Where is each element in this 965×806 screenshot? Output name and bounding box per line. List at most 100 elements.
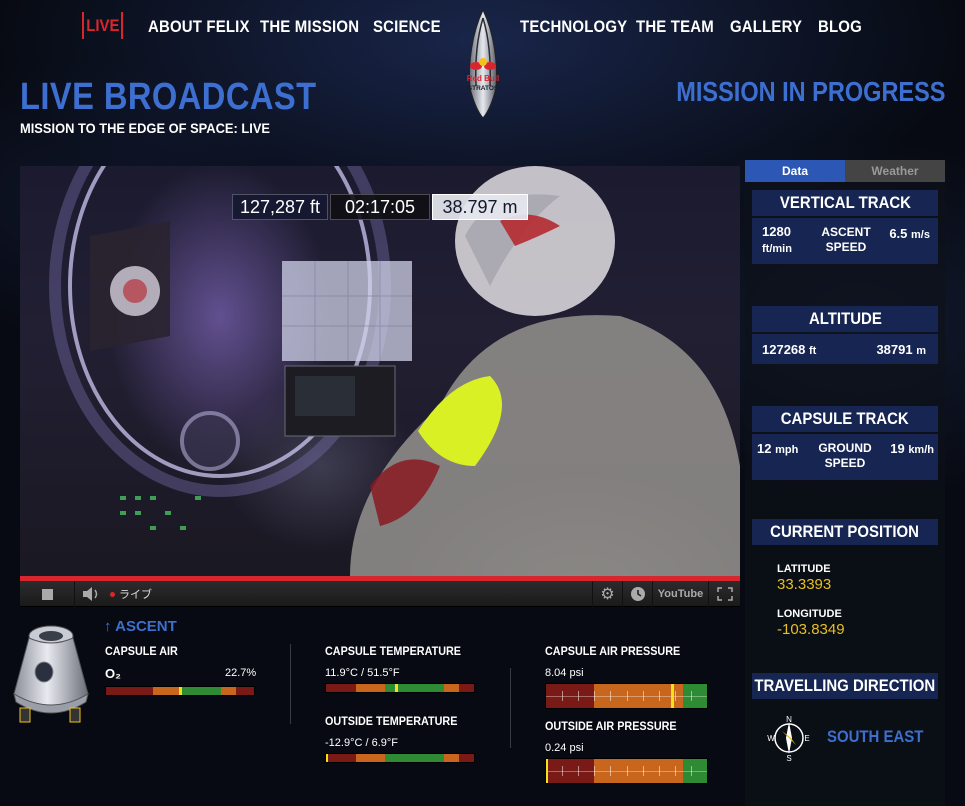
gauge-segment bbox=[444, 754, 460, 762]
gauge-segment bbox=[459, 754, 474, 762]
capsule-air-pressure-value: 8.04 psi bbox=[545, 667, 584, 679]
altitude-ft: 127268 ft bbox=[762, 342, 817, 357]
gauge-tick bbox=[626, 691, 628, 701]
capsule-image bbox=[13, 625, 89, 723]
tab-weather[interactable]: Weather bbox=[845, 160, 945, 182]
clock-icon bbox=[630, 587, 645, 601]
gauge-segment bbox=[153, 687, 180, 695]
side-tabs: Data Weather bbox=[745, 160, 945, 182]
fullscreen-button[interactable] bbox=[708, 581, 740, 607]
gauge-tick bbox=[658, 766, 660, 776]
longitude-value: -103.8349 bbox=[777, 621, 845, 638]
o2-label: O₂ bbox=[105, 666, 121, 681]
gauge-segment bbox=[444, 684, 460, 692]
gauge-marker bbox=[326, 754, 328, 762]
gear-icon: ⚙ bbox=[600, 586, 615, 603]
nav-gallery[interactable]: GALLERY bbox=[730, 17, 802, 37]
altitude-heading: ALTITUDE bbox=[752, 306, 938, 332]
gauge-segment bbox=[355, 754, 386, 762]
nav-live-link[interactable]: LIVE bbox=[82, 12, 123, 39]
elapsed-time-readout: 02:17:05 bbox=[330, 194, 430, 220]
fullscreen-icon bbox=[716, 587, 733, 601]
youtube-logo-icon: YouTube bbox=[657, 588, 704, 600]
gauge-segment bbox=[236, 687, 254, 695]
nav-blog[interactable]: BLOG bbox=[818, 17, 862, 37]
gauge-tick bbox=[642, 766, 644, 776]
altitude-ft-readout: 127,287 ft bbox=[232, 194, 328, 220]
ascent-label: ↑ ASCENT bbox=[104, 618, 177, 635]
gauge-tick bbox=[690, 766, 692, 776]
settings-button[interactable]: ⚙ bbox=[592, 581, 622, 607]
capsule-temperature-gauge bbox=[325, 683, 475, 693]
altitude-m-readout: 38.797 m bbox=[432, 194, 528, 220]
nav-about-felix[interactable]: ABOUT FELIX bbox=[148, 17, 250, 37]
gauge-segment bbox=[221, 687, 237, 695]
tab-data[interactable]: Data bbox=[745, 160, 845, 182]
watch-later-button[interactable] bbox=[622, 581, 652, 607]
capsule-air-value: 22.7% bbox=[225, 667, 257, 679]
live-video-player[interactable]: 127,287 ft 02:17:05 38.797 m bbox=[20, 166, 740, 576]
arrow-up-icon: ↑ bbox=[104, 618, 112, 635]
speaker-icon bbox=[82, 587, 97, 601]
capsule-air-pressure-gauge bbox=[545, 683, 708, 709]
svg-text:W: W bbox=[767, 734, 775, 743]
capsule-air-label: CAPSULE AIR bbox=[105, 644, 178, 658]
nav-science[interactable]: SCIENCE bbox=[373, 17, 441, 37]
direction-value: SOUTH EAST bbox=[827, 727, 924, 746]
gauge-tick bbox=[578, 691, 580, 701]
svg-text:E: E bbox=[804, 734, 809, 743]
capsule-air-gauge bbox=[105, 686, 255, 696]
gauge-tick bbox=[642, 691, 644, 701]
capsule-temperature-value: 11.9°C / 51.5°F bbox=[325, 667, 400, 679]
youtube-button[interactable]: YouTube bbox=[652, 581, 708, 607]
stop-button[interactable] bbox=[20, 581, 74, 607]
video-controls: ライブ ⚙ YouTube bbox=[20, 581, 740, 607]
gauge-marker bbox=[394, 684, 398, 692]
longitude-label: LONGITUDE bbox=[777, 608, 842, 620]
gauge-tick bbox=[626, 766, 628, 776]
gauge-tick bbox=[578, 766, 580, 776]
altitude-m: 38791 m bbox=[876, 342, 926, 357]
gauge-tick bbox=[594, 691, 596, 701]
stop-icon bbox=[41, 588, 53, 600]
gauge-tick bbox=[658, 691, 660, 701]
capsule-temperature-label: CAPSULE TEMPERATURE bbox=[325, 644, 462, 658]
volume-button[interactable] bbox=[74, 581, 106, 607]
ascent-speed-ft: 1280 ft/min bbox=[762, 224, 792, 255]
gauge-tick bbox=[674, 766, 676, 776]
gauge-tick bbox=[594, 766, 596, 776]
vertical-track-box: 1280 ft/min ASCENT SPEED 6.5 m/s bbox=[752, 218, 938, 264]
video-frame-image bbox=[49, 166, 740, 576]
live-indicator: ライブ bbox=[110, 581, 160, 607]
gauge-segment bbox=[179, 687, 222, 695]
nav-the-mission[interactable]: THE MISSION bbox=[260, 17, 359, 37]
svg-text:S: S bbox=[786, 754, 791, 762]
svg-text:N: N bbox=[786, 715, 792, 724]
page-title: LIVE BROADCAST bbox=[20, 76, 317, 118]
telemetry-panel: ↑ ASCENT CAPSULE AIR O₂ 22.7% CAPSULE TE… bbox=[0, 608, 740, 806]
altitude-box: 127268 ft 38791 m bbox=[752, 334, 938, 364]
red-bull-stratos-logo[interactable]: Red Bull STRATOS bbox=[460, 8, 506, 120]
gauge-segment bbox=[459, 684, 474, 692]
outside-air-pressure-value: 0.24 psi bbox=[545, 742, 584, 754]
gauge-tick bbox=[690, 691, 692, 701]
travelling-direction-heading: TRAVELLING DIRECTION bbox=[752, 673, 938, 699]
gauge-segment bbox=[326, 684, 356, 692]
gauge-tick bbox=[562, 691, 564, 701]
svg-text:Red Bull: Red Bull bbox=[467, 74, 499, 83]
column-divider bbox=[510, 668, 511, 748]
gauge-tick bbox=[610, 691, 612, 701]
vertical-track-heading: VERTICAL TRACK bbox=[752, 190, 938, 216]
svg-text:STRATOS: STRATOS bbox=[468, 85, 499, 92]
mission-status: MISSION IN PROGRESS bbox=[675, 76, 945, 107]
latitude-value: 33.3393 bbox=[777, 576, 832, 593]
nav-the-team[interactable]: THE TEAM bbox=[636, 17, 714, 37]
outside-air-pressure-label: OUTSIDE AIR PRESSURE bbox=[545, 719, 677, 733]
latitude-label: LATITUDE bbox=[777, 563, 831, 575]
ascent-speed-m: 6.5 m/s bbox=[889, 226, 930, 241]
data-side-panel: Data Weather VERTICAL TRACK 1280 ft/min A… bbox=[745, 160, 945, 806]
nav-technology[interactable]: TECHNOLOGY bbox=[520, 17, 627, 37]
gauge-marker bbox=[179, 687, 182, 695]
outside-temperature-value: -12.9°C / 6.9°F bbox=[325, 737, 398, 749]
gauge-marker bbox=[670, 684, 674, 708]
